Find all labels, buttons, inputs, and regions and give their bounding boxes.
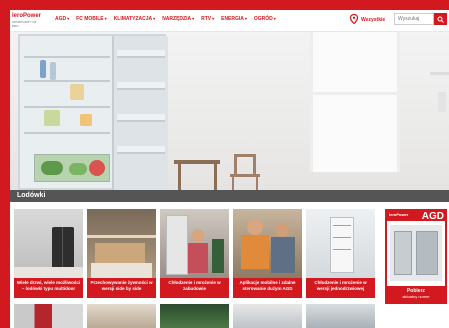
magazine-brand: leroPower <box>389 212 409 217</box>
article-image <box>14 209 83 278</box>
nav-item-fc-mobile[interactable]: FC MOBILE▾ <box>76 16 107 22</box>
map-pin-icon[interactable] <box>350 14 358 24</box>
search-input[interactable] <box>394 13 434 25</box>
nav-item-narzedzia[interactable]: NARZĘDZIA▾ <box>162 16 194 22</box>
nav-item-rtv[interactable]: RTV▾ <box>201 16 214 22</box>
logo-text: leroPower <box>12 13 42 19</box>
search-icon <box>437 16 444 23</box>
article-caption: Przechowywanie żywności w wersji side by… <box>87 278 156 298</box>
nav-item-label: AGD <box>55 16 67 22</box>
hero-window <box>310 32 400 172</box>
article-tile[interactable]: Wiele drzwi, wiele możliwości – lodówki … <box>14 209 83 298</box>
hero-fridge-image <box>18 34 168 190</box>
hero-wall-shelf <box>430 72 449 75</box>
nav-item-ogrod[interactable]: OGRÓD▾ <box>254 16 276 22</box>
nav-item-klimatyzacja[interactable]: KLIMATYZACJA▾ <box>114 16 156 22</box>
search-button[interactable] <box>434 13 447 25</box>
hero-vegetable-drawer <box>34 154 110 182</box>
article-image <box>306 209 375 278</box>
article-image <box>160 209 229 278</box>
chevron-down-icon: ▾ <box>104 16 107 21</box>
article-grid: Wiele drzwi, wiele możliwości – lodówki … <box>14 209 449 328</box>
section-header: Lodówki <box>10 190 449 202</box>
chevron-down-icon: ▾ <box>192 16 195 21</box>
section-title: Lodówki <box>17 192 46 199</box>
article-tile[interactable] <box>14 304 83 328</box>
chevron-down-icon: ▾ <box>244 16 247 21</box>
nav-item-label: FC MOBILE <box>76 16 104 22</box>
chevron-down-icon: ▾ <box>212 16 215 21</box>
main-nav: AGD▾ FC MOBILE▾ KLIMATYZACJA▾ NARZĘDZIA▾… <box>55 16 283 22</box>
nav-item-label: KLIMATYZACJA <box>113 16 153 22</box>
site-header: leroPower OPORTUNITY OF PRO AGD▾ FC MOBI… <box>10 10 449 32</box>
logo-tagline: OPORTUNITY OF PRO <box>12 20 37 28</box>
site-logo[interactable]: leroPower OPORTUNITY OF PRO <box>12 13 42 28</box>
magazine-promo[interactable]: leroPower AGD Pobierz aktualny numer <box>385 209 447 304</box>
article-caption: Wiele drzwi, wiele możliwości – lodówki … <box>14 278 83 298</box>
nav-item-label: RTV <box>201 16 212 22</box>
page: leroPower OPORTUNITY OF PRO AGD▾ FC MOBI… <box>10 10 449 328</box>
chevron-down-icon: ▾ <box>67 16 70 21</box>
article-tile[interactable] <box>306 304 375 328</box>
article-tile[interactable]: Aplikacje mobilne i zdalne sterowanie du… <box>233 209 302 298</box>
article-tile[interactable]: Chłodzenie i mrożenie w zabudowie <box>160 209 229 298</box>
article-tile[interactable] <box>160 304 229 328</box>
nav-item-agd[interactable]: AGD▾ <box>55 16 69 22</box>
nav-item-label: ENERGIA <box>221 16 244 22</box>
article-caption: Chłodzenie i mrożenie w zabudowie <box>160 278 229 298</box>
nav-item-label: OGRÓD <box>253 16 273 22</box>
hero-fridge-door <box>112 36 168 190</box>
article-caption: Chłodzenie i mrożenie w wersji jednodrzw… <box>306 278 375 298</box>
article-tile[interactable]: Chłodzenie i mrożenie w wersji jednodrzw… <box>306 209 375 298</box>
chevron-down-icon: ▾ <box>273 16 276 21</box>
article-image <box>233 209 302 278</box>
hero-banner[interactable] <box>10 32 449 190</box>
article-tile[interactable]: Przechowywanie żywności w wersji side by… <box>87 209 156 298</box>
article-caption: Aplikacje mobilne i zdalne sterowanie du… <box>233 278 302 298</box>
hero-decoration <box>438 92 446 112</box>
hero-chair <box>234 154 256 174</box>
stores-link[interactable]: Wszystkie <box>361 17 385 23</box>
download-button[interactable]: Pobierz aktualny numer <box>387 286 445 302</box>
article-tile[interactable] <box>233 304 302 328</box>
article-tile[interactable] <box>87 304 156 328</box>
download-button-sublabel: aktualny numer <box>402 294 430 299</box>
chevron-down-icon: ▾ <box>153 16 156 21</box>
magazine-header: leroPower AGD <box>387 211 445 222</box>
magazine-cover-image <box>390 225 442 281</box>
nav-item-energia[interactable]: ENERGIA▾ <box>221 16 247 22</box>
nav-item-label: NARZĘDZIA <box>162 16 192 22</box>
magazine-title: AGD <box>421 211 444 222</box>
article-image <box>87 209 156 278</box>
